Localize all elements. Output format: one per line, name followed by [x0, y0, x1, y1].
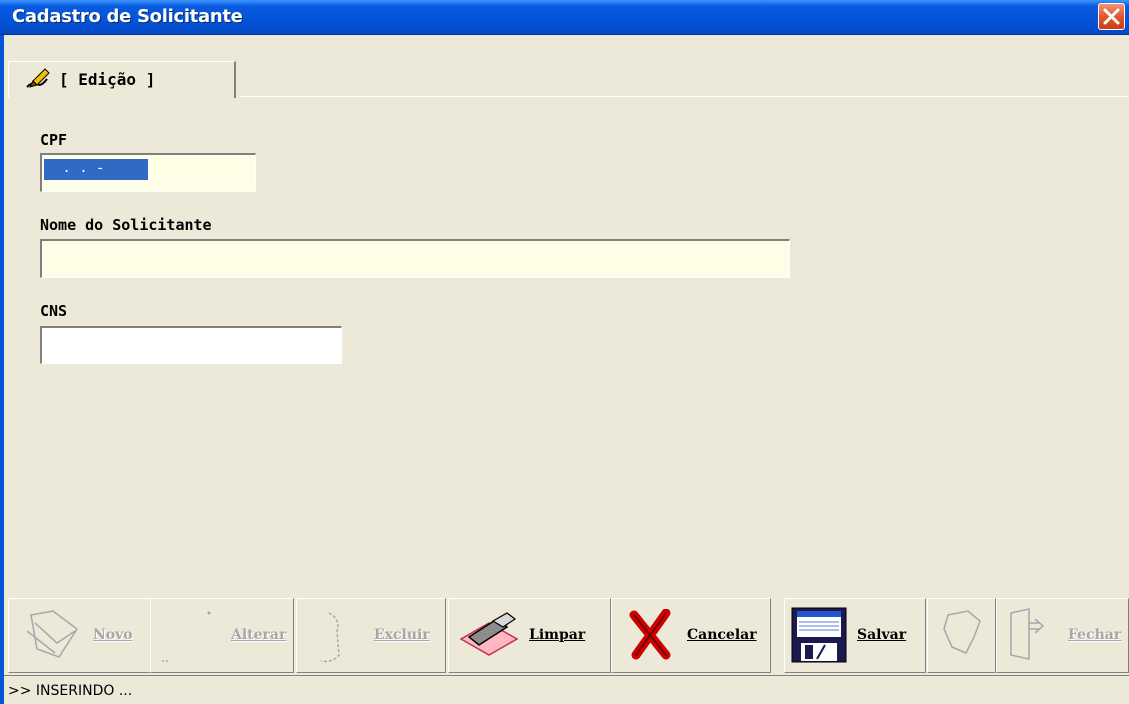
cancel-x-icon [629, 609, 671, 660]
tab-label: [ Edição ] [59, 70, 156, 89]
folder-open-icon [26, 610, 79, 658]
edit-icon [162, 611, 211, 662]
nome-field[interactable] [40, 239, 790, 278]
novo-button[interactable]: Novo [8, 598, 151, 673]
alterar-label: Alterar [231, 627, 287, 643]
cpf-selection: . . - [44, 159, 148, 180]
cns-label: CNS [40, 302, 68, 320]
trash-icon [320, 612, 340, 663]
tab-divider [240, 96, 1129, 97]
close-icon [1103, 8, 1120, 25]
tab-edicao[interactable]: [ Edição ] [8, 61, 236, 98]
exit-door-icon [1010, 608, 1045, 660]
title-bar: Cadastro de Solicitante [0, 0, 1129, 35]
save-disk-icon [791, 607, 847, 663]
salvar-button[interactable]: Salvar [784, 598, 926, 673]
nome-label: Nome do Solicitante [40, 216, 212, 234]
limpar-button[interactable]: Limpar [448, 598, 611, 673]
alterar-button[interactable]: Alterar [150, 598, 294, 673]
novo-label: Novo [93, 627, 133, 643]
excluir-label: Excluir [374, 627, 430, 643]
status-bar: >> INSERINDO ... [4, 675, 1129, 704]
status-text: >> INSERINDO ... [8, 683, 133, 699]
search-button[interactable] [927, 598, 996, 673]
cpf-label: CPF [40, 131, 68, 149]
eraser-icon [459, 612, 519, 656]
salvar-label: Salvar [857, 627, 907, 643]
cpf-field[interactable]: . . - [40, 153, 256, 192]
cns-field[interactable] [40, 326, 342, 364]
limpar-label: Limpar [529, 627, 586, 643]
fechar-button[interactable]: Fechar [996, 598, 1129, 673]
toolbar: Novo Alterar Excluir Limpar Cancelar Sal… [4, 598, 1129, 674]
tab-strip: [ Edição ] [4, 61, 1129, 98]
fechar-label: Fechar [1068, 627, 1122, 643]
map-icon [943, 610, 981, 654]
window-title: Cadastro de Solicitante [12, 6, 243, 27]
excluir-button[interactable]: Excluir [296, 598, 446, 673]
close-button[interactable] [1098, 3, 1125, 30]
pen-icon [26, 68, 50, 88]
cancelar-button[interactable]: Cancelar [611, 598, 771, 673]
cancelar-label: Cancelar [687, 627, 757, 643]
